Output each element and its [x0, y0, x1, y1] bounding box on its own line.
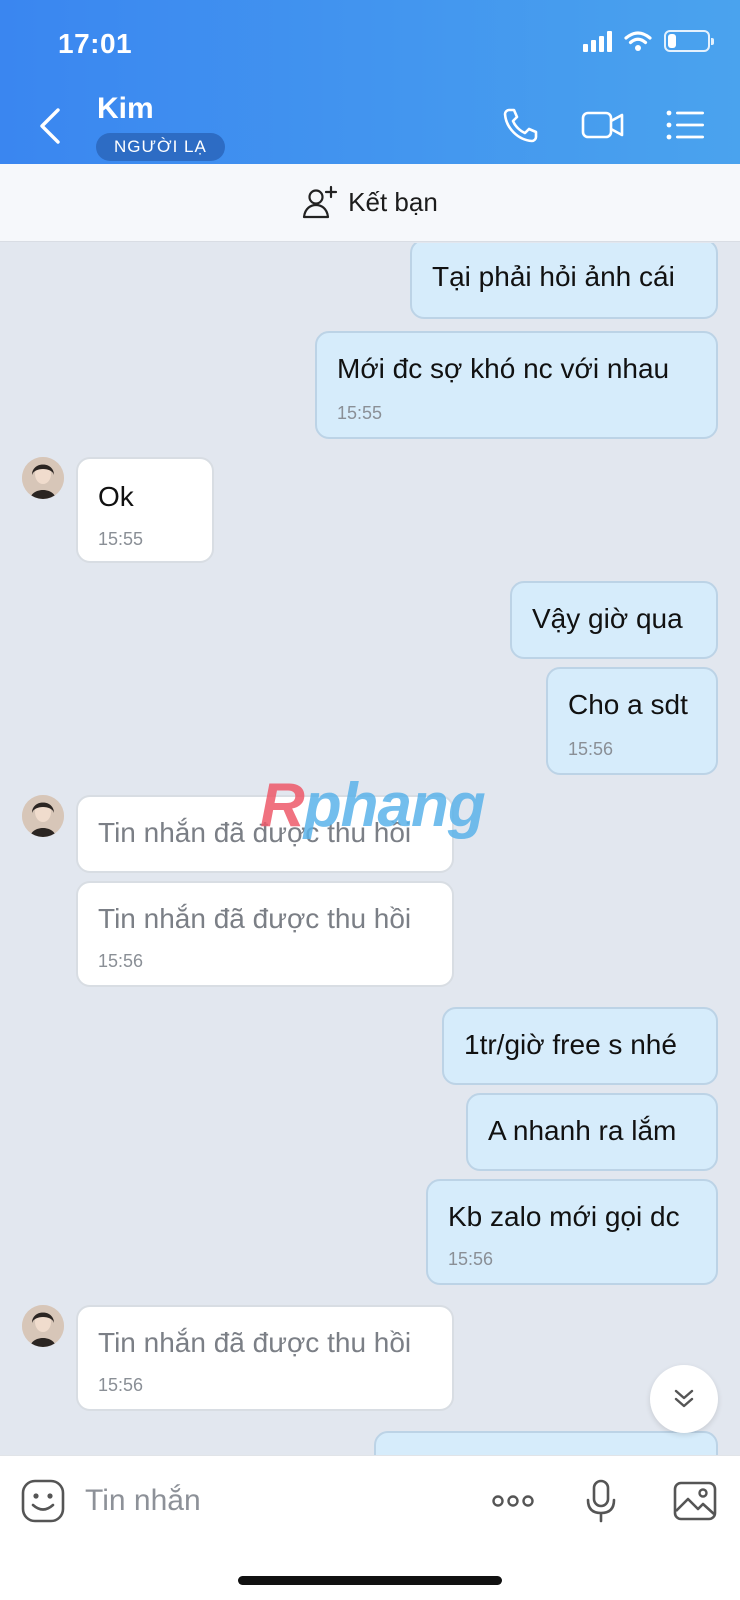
message-text: Tại phải hỏi ảnh cái [432, 261, 675, 292]
recalled-message-bubble[interactable]: Tin nhắn đã được thu hồi 15:56 [76, 881, 454, 987]
message-text: Mới đc sợ khó nc với nhau [337, 353, 670, 384]
avatar[interactable] [22, 1305, 64, 1347]
message-input-bar: Tin nhắn [0, 1455, 740, 1545]
status-icons [583, 30, 714, 52]
watermark-logo: Rphang [260, 771, 486, 840]
message-time: 15:56 [98, 1375, 144, 1395]
scroll-to-bottom-button[interactable] [650, 1365, 718, 1433]
message-text: Kb zalo mới gọi dc [448, 1201, 680, 1232]
avatar[interactable] [22, 795, 64, 837]
message-bubble[interactable]: Ok 15:55 [76, 457, 214, 563]
message-text: Vậy giờ qua [532, 603, 683, 634]
chat-area[interactable]: Tại phải hỏi ảnh cái Mới đc sợ khó nc vớ… [0, 243, 740, 1455]
recalled-message-bubble[interactable]: Tin nhắn đã được thu hồi 15:56 [76, 1305, 454, 1411]
message-bubble[interactable]: 1tr/giờ free s nhé [442, 1007, 718, 1085]
message-bubble-partial[interactable] [374, 1431, 718, 1455]
message-time: 15:56 [568, 739, 614, 759]
message-text: Ok [98, 481, 134, 512]
message-time: 15:56 [448, 1249, 494, 1269]
message-time: 15:55 [337, 403, 383, 423]
message-bubble[interactable]: Vậy giờ qua [510, 581, 718, 659]
contact-name[interactable]: Kim [97, 92, 154, 126]
message-bubble[interactable]: Mới đc sợ khó nc với nhau 15:55 [315, 331, 718, 439]
message-bubble[interactable]: Kb zalo mới gọi dc 15:56 [426, 1179, 718, 1285]
home-area [0, 1545, 740, 1600]
avatar[interactable] [22, 457, 64, 499]
message-bubble[interactable]: Cho a sdt 15:56 [546, 667, 718, 775]
sticker-smiley-icon[interactable] [20, 1478, 66, 1524]
back-icon[interactable] [32, 104, 72, 148]
home-indicator[interactable] [238, 1576, 502, 1585]
add-friend-label: Kết bạn [348, 187, 438, 217]
chat-header: 17:01 Kim NGƯỜI LẠ [0, 0, 740, 164]
status-time: 17:01 [58, 28, 133, 59]
stranger-badge: NGƯỜI LẠ [96, 133, 225, 161]
more-dots-icon[interactable] [490, 1478, 536, 1524]
message-bubble[interactable]: A nhanh ra lắm [466, 1093, 718, 1171]
message-text: 1tr/giờ free s nhé [464, 1029, 677, 1060]
message-time: 15:55 [98, 529, 144, 549]
video-camera-icon[interactable] [580, 104, 626, 146]
message-time: 15:56 [98, 951, 144, 971]
add-friend-bar[interactable]: Kết bạn [0, 164, 740, 242]
battery-icon [664, 30, 714, 52]
message-text: Cho a sdt [568, 689, 688, 720]
message-bubble[interactable]: Tại phải hỏi ảnh cái [410, 243, 718, 319]
message-text: Tin nhắn đã được thu hồi [98, 1327, 412, 1358]
chevron-double-down-icon [674, 1389, 694, 1408]
image-gallery-icon[interactable] [672, 1478, 718, 1524]
message-input[interactable]: Tin nhắn [85, 1484, 201, 1518]
signal-icon [583, 30, 612, 52]
add-user-icon [303, 185, 338, 218]
wifi-icon [624, 31, 652, 51]
list-menu-icon[interactable] [664, 104, 710, 146]
phone-icon[interactable] [500, 104, 546, 146]
microphone-icon[interactable] [578, 1478, 624, 1524]
message-text: Tin nhắn đã được thu hồi [98, 903, 412, 934]
message-text: A nhanh ra lắm [488, 1115, 677, 1146]
